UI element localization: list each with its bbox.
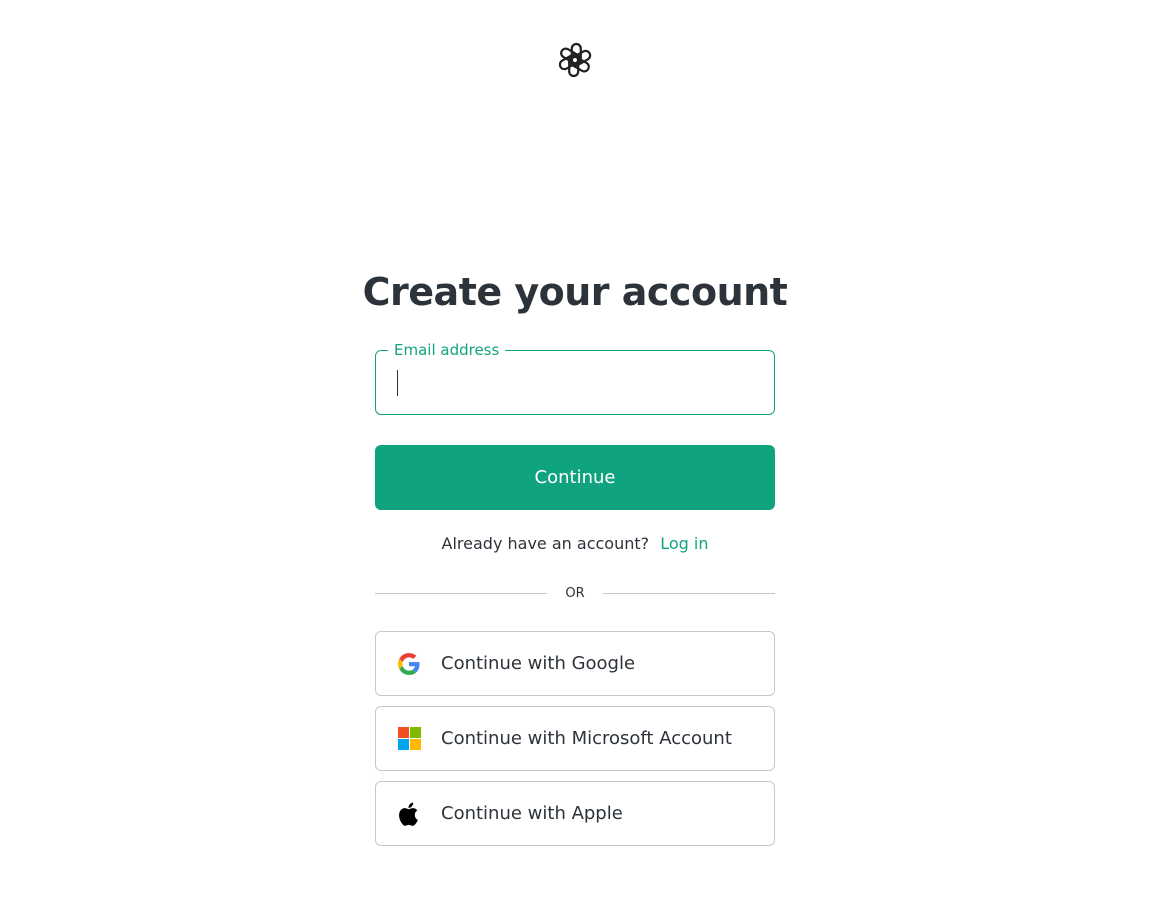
login-prompt: Already have an account? Log in [0, 533, 1150, 555]
microsoft-button-label: Continue with Microsoft Account [441, 728, 732, 749]
divider-text: OR [565, 586, 585, 601]
google-icon [397, 652, 421, 676]
email-field[interactable]: Email address [375, 340, 775, 415]
microsoft-icon [397, 727, 421, 751]
login-prompt-text: Already have an account? [441, 534, 650, 553]
continue-button[interactable]: Continue [375, 445, 775, 510]
continue-with-google-button[interactable]: Continue with Google [375, 631, 775, 696]
email-input[interactable] [376, 351, 774, 414]
apple-icon [397, 802, 421, 826]
divider-line-right [603, 593, 775, 594]
openai-logo-icon [555, 40, 595, 80]
google-button-label: Continue with Google [441, 653, 636, 674]
signup-page: Create your account Email address Contin… [0, 0, 1150, 910]
page-title: Create your account [362, 270, 788, 314]
apple-button-label: Continue with Apple [441, 803, 623, 824]
login-link[interactable]: Log in [660, 534, 708, 553]
text-caret [397, 370, 398, 396]
continue-with-apple-button[interactable]: Continue with Apple [375, 781, 775, 846]
continue-with-microsoft-button[interactable]: Continue with Microsoft Account [375, 706, 775, 771]
divider-line-left [375, 593, 547, 594]
